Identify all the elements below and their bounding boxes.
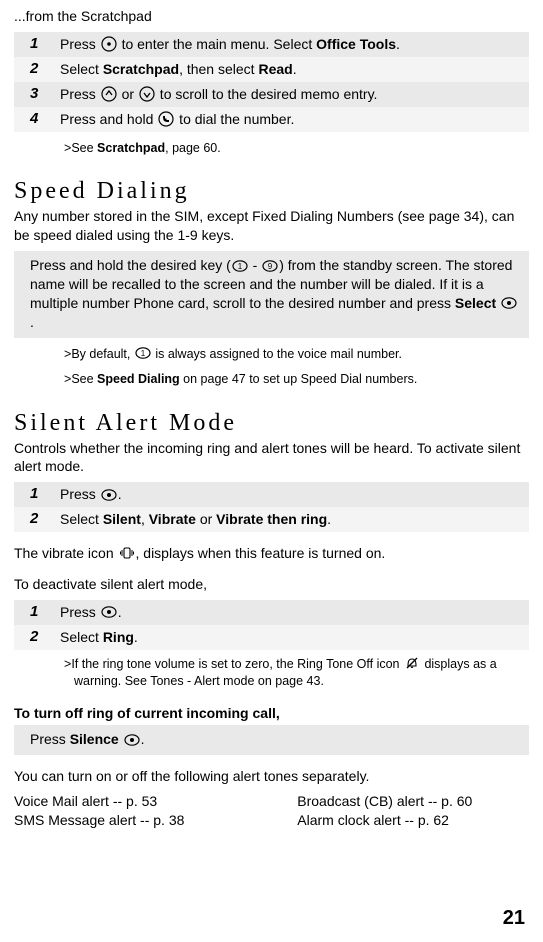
step-text: Press .	[60, 482, 529, 507]
heading-speed-dialing: Speed Dialing	[14, 178, 529, 205]
softkey-icon	[101, 487, 117, 503]
step-text: Select Ring.	[60, 625, 529, 650]
step-text: Select Scratchpad, then select Read.	[60, 57, 529, 82]
softkey-icon	[124, 732, 140, 748]
page-number: 21	[503, 907, 525, 930]
alert-ref: SMS Message alert -- p. 38	[14, 811, 297, 830]
scroll-up-icon	[101, 86, 117, 102]
softkey-icon	[501, 295, 517, 311]
scroll-down-icon	[139, 86, 155, 102]
alert-tone-columns: Voice Mail alert -- p. 53 SMS Message al…	[14, 792, 529, 830]
step-number: 2	[14, 57, 60, 82]
step-number: 4	[14, 107, 60, 132]
separate-alerts-intro: You can turn on or off the following ale…	[14, 767, 529, 786]
step-number: 1	[14, 600, 60, 625]
speed-note-setup: >See Speed Dialing on page 47 to set up …	[14, 371, 529, 388]
vibrate-icon-note: The vibrate icon , displays when this fe…	[14, 544, 529, 563]
step-text: Press .	[60, 600, 529, 625]
step-text: Select Silent, Vibrate or Vibrate then r…	[60, 507, 529, 532]
step-number: 1	[14, 32, 60, 57]
step-text: Press and hold to dial the number.	[60, 107, 529, 132]
speed-note-default: >By default, is always assigned to the v…	[14, 346, 529, 363]
step-number: 2	[14, 507, 60, 532]
alert-ref: Voice Mail alert -- p. 53	[14, 792, 297, 811]
vibrate-icon	[119, 545, 135, 561]
step-number: 1	[14, 482, 60, 507]
silence-box: Press Silence .	[14, 725, 529, 755]
heading-silent-alert: Silent Alert Mode	[14, 410, 529, 437]
key-1-icon	[135, 345, 151, 361]
speed-dialing-intro: Any number stored in the SIM, except Fix…	[14, 207, 529, 245]
step-number: 3	[14, 82, 60, 107]
bell-off-icon	[404, 655, 420, 671]
ring-tone-off-note: >If the ring tone volume is set to zero,…	[14, 656, 529, 690]
scratchpad-steps: 1 Press to enter the main menu. Select O…	[14, 32, 529, 132]
turn-off-ring-heading: To turn off ring of current incoming cal…	[14, 705, 529, 721]
call-icon	[158, 111, 174, 127]
silent-on-steps: 1 Press . 2 Select Silent, Vibrate or Vi…	[14, 482, 529, 532]
step-text: Press or to scroll to the desired memo e…	[60, 82, 529, 107]
silent-alert-intro: Controls whether the incoming ring and a…	[14, 439, 529, 477]
nav-icon	[101, 36, 117, 52]
speed-dialing-box: Press and hold the desired key ( - ) fro…	[14, 251, 529, 338]
step-number: 2	[14, 625, 60, 650]
scratchpad-note: >See Scratchpad, page 60.	[14, 140, 529, 157]
deactivate-intro: To deactivate silent alert mode,	[14, 575, 529, 594]
silent-off-steps: 1 Press . 2 Select Ring.	[14, 600, 529, 650]
alert-ref: Broadcast (CB) alert -- p. 60	[297, 792, 529, 811]
key-1-icon	[232, 258, 248, 274]
key-9-icon	[262, 258, 278, 274]
softkey-icon	[101, 604, 117, 620]
section-intro: ...from the Scratchpad	[14, 8, 529, 24]
alert-ref: Alarm clock alert -- p. 62	[297, 811, 529, 830]
step-text: Press to enter the main menu. Select Off…	[60, 32, 529, 57]
